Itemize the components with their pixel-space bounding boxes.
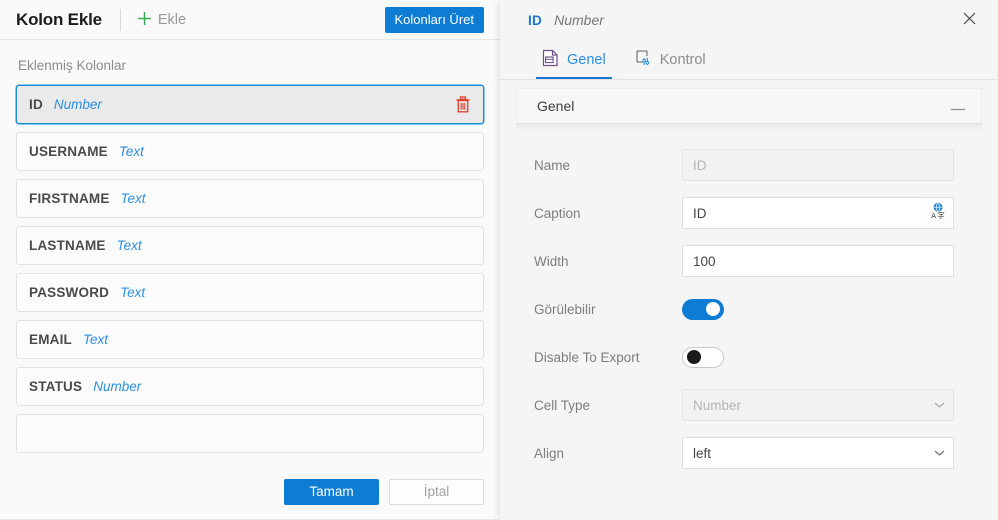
translate-icon: A 字 xyxy=(929,202,947,225)
visible-toggle[interactable] xyxy=(682,299,724,320)
list-item[interactable] xyxy=(16,414,484,453)
properties-body: Genel Name Caption xyxy=(500,80,998,520)
visible-label: Görülebilir xyxy=(534,302,682,317)
generate-columns-button[interactable]: Kolonları Üret xyxy=(385,7,484,33)
form-row-align: Align left xyxy=(534,429,982,477)
left-panel-footer: Tamam İptal xyxy=(0,462,500,520)
width-label: Width xyxy=(534,254,682,269)
list-item[interactable]: USERNAME Text xyxy=(16,132,484,171)
svg-text:字: 字 xyxy=(937,210,945,220)
properties-tabs: Genel Kontrol xyxy=(500,40,998,80)
column-name: STATUS xyxy=(29,379,82,394)
column-name: USERNAME xyxy=(29,144,108,159)
column-name: ID xyxy=(29,97,43,112)
align-select-wrap: left xyxy=(682,437,954,469)
disable-export-toggle[interactable] xyxy=(682,347,724,368)
column-name: EMAIL xyxy=(29,332,72,347)
tab-genel[interactable]: Genel xyxy=(528,40,620,79)
list-item[interactable]: STATUS Number xyxy=(16,367,484,406)
close-button[interactable] xyxy=(957,8,982,32)
properties-header: ID Number xyxy=(500,0,998,40)
group-shadow xyxy=(516,124,982,131)
column-name: FIRSTNAME xyxy=(29,191,110,206)
column-type: Text xyxy=(121,191,146,206)
cell-type-select: Number xyxy=(682,389,954,421)
caption-input[interactable] xyxy=(682,197,922,229)
translate-button[interactable]: A 字 xyxy=(922,197,954,229)
add-column-label: Ekle xyxy=(158,12,186,28)
delete-column-button[interactable] xyxy=(453,94,473,116)
added-columns-list: ID Number xyxy=(16,85,484,453)
cell-type-label: Cell Type xyxy=(534,398,682,413)
group-title: Genel xyxy=(537,98,574,114)
name-field-wrap xyxy=(682,149,954,181)
form-row-name: Name xyxy=(534,141,982,189)
close-icon xyxy=(963,12,976,29)
width-field-wrap xyxy=(682,245,954,277)
list-item[interactable]: FIRSTNAME Text xyxy=(16,179,484,218)
toggle-knob xyxy=(706,302,720,316)
caption-label: Caption xyxy=(534,206,682,221)
align-label: Align xyxy=(534,446,682,461)
minus-icon[interactable] xyxy=(951,99,965,113)
list-item[interactable]: LASTNAME Text xyxy=(16,226,484,265)
list-item[interactable]: ID Number xyxy=(16,85,484,124)
disable-export-label: Disable To Export xyxy=(534,350,682,365)
form-row-caption: Caption A 字 xyxy=(534,189,982,237)
group-header-genel[interactable]: Genel xyxy=(516,88,982,124)
list-item[interactable]: PASSWORD Text xyxy=(16,273,484,312)
plus-icon xyxy=(137,11,152,29)
page-title: Kolon Ekle xyxy=(16,10,102,30)
form-row-cell-type: Cell Type Number xyxy=(534,381,982,429)
properties-form: Name Caption xyxy=(500,131,998,477)
add-column-button[interactable]: Ekle xyxy=(133,9,190,31)
name-label: Name xyxy=(534,158,682,173)
selected-column-name: ID xyxy=(528,13,542,28)
column-type: Text xyxy=(83,332,108,347)
column-name: LASTNAME xyxy=(29,238,106,253)
svg-text:A: A xyxy=(931,212,936,220)
column-name: PASSWORD xyxy=(29,285,109,300)
header-divider xyxy=(120,9,121,31)
column-type: Text xyxy=(117,238,142,253)
visible-field-wrap xyxy=(682,299,954,320)
cell-type-select-wrap: Number xyxy=(682,389,954,421)
column-type: Text xyxy=(119,144,144,159)
left-panel-header: Kolon Ekle Ekle Kolonları Üret xyxy=(0,0,500,40)
list-item[interactable]: EMAIL Text xyxy=(16,320,484,359)
column-type: Number xyxy=(93,379,141,394)
selected-column-type: Number xyxy=(554,12,604,28)
form-row-visible: Görülebilir xyxy=(534,285,982,333)
column-editor-dialog: Kolon Ekle Ekle Kolonları Üret Eklenmiş … xyxy=(0,0,998,520)
added-columns-label: Eklenmiş Kolonlar xyxy=(18,58,484,73)
align-select[interactable]: left xyxy=(682,437,954,469)
tab-kontrol-label: Kontrol xyxy=(660,52,706,68)
left-panel: Kolon Ekle Ekle Kolonları Üret Eklenmiş … xyxy=(0,0,500,520)
column-type: Number xyxy=(54,97,102,112)
trash-icon xyxy=(455,102,471,117)
ok-button[interactable]: Tamam xyxy=(284,479,379,505)
properties-panel: ID Number xyxy=(500,0,998,520)
column-type: Text xyxy=(120,285,145,300)
control-settings-icon xyxy=(634,49,652,70)
cancel-button[interactable]: İptal xyxy=(389,479,484,505)
left-panel-body: Eklenmiş Kolonlar ID Number xyxy=(0,40,500,462)
form-row-disable-export: Disable To Export xyxy=(534,333,982,381)
toggle-knob xyxy=(687,350,701,364)
tab-kontrol[interactable]: Kontrol xyxy=(620,40,720,79)
tab-genel-label: Genel xyxy=(567,52,606,68)
caption-field-wrap: A 字 xyxy=(682,197,954,229)
name-input xyxy=(682,149,954,181)
disable-export-field-wrap xyxy=(682,347,954,368)
width-input[interactable] xyxy=(682,245,954,277)
document-icon xyxy=(542,49,559,70)
form-row-width: Width xyxy=(534,237,982,285)
